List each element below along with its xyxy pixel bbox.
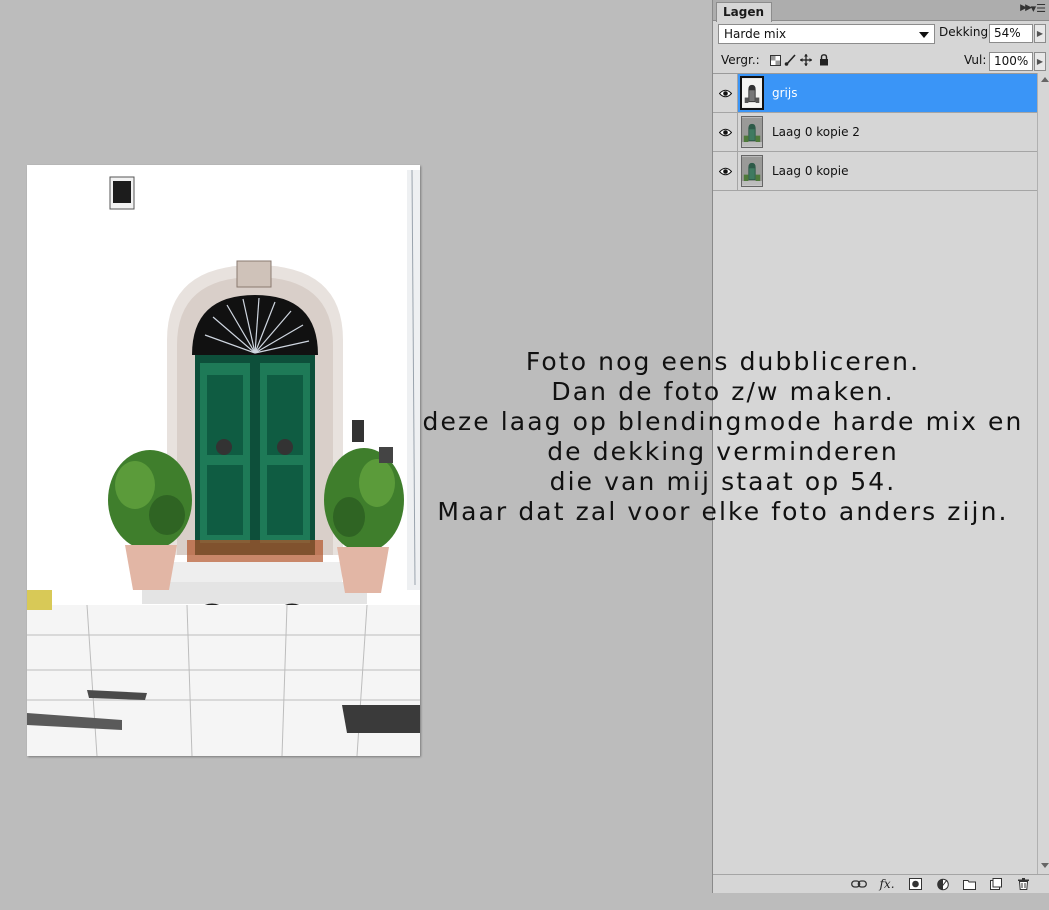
adjustment-layer-icon[interactable] — [935, 877, 951, 891]
panel-menu-icon[interactable]: ▾☰ — [1031, 2, 1046, 15]
lock-transparency-icon[interactable] — [769, 54, 781, 66]
trash-icon[interactable] — [1015, 877, 1031, 891]
tutorial-instructions: Foto nog eens dubbliceren. Dan de foto z… — [408, 347, 1038, 527]
lock-move-icon[interactable] — [800, 54, 812, 66]
door-photo-image — [27, 165, 420, 756]
lock-label: Vergr.: — [721, 53, 760, 67]
new-group-icon[interactable] — [961, 877, 977, 891]
document-photo — [27, 165, 420, 756]
fill-slider-toggle[interactable]: ▶ — [1034, 52, 1046, 71]
lock-brush-icon[interactable] — [784, 54, 796, 66]
new-layer-icon[interactable] — [988, 877, 1004, 891]
lock-all-icon[interactable] — [818, 54, 830, 66]
layer-name[interactable]: Laag 0 kopie — [772, 164, 848, 178]
fx-icon[interactable]: fx. — [879, 877, 895, 891]
layer-row[interactable]: Laag 0 kopie — [713, 152, 1037, 191]
tab-layers[interactable]: Lagen — [716, 2, 772, 22]
blend-mode-value: Harde mix — [724, 27, 787, 41]
layer-thumbnail — [741, 116, 763, 148]
collapse-panel-icon[interactable]: ▶▶ — [1020, 3, 1032, 13]
layer-name[interactable]: Laag 0 kopie 2 — [772, 125, 860, 139]
layer-thumbnail — [741, 155, 763, 187]
add-mask-icon[interactable] — [907, 877, 923, 891]
fill-input[interactable]: 100% — [989, 52, 1033, 71]
eye-icon[interactable] — [713, 74, 738, 112]
layer-row[interactable]: Laag 0 kopie 2 — [713, 113, 1037, 152]
instruction-line: die van mij staat op 54. — [549, 467, 897, 496]
link-layers-icon[interactable] — [851, 877, 867, 891]
instruction-line: de dekking verminderen — [547, 437, 899, 466]
instruction-line: deze laag op blendingmode harde mix en — [422, 407, 1024, 436]
scroll-up-icon[interactable] — [1041, 77, 1049, 82]
layer-row[interactable]: grijs — [713, 74, 1037, 113]
blend-mode-select[interactable]: Harde mix — [718, 24, 935, 44]
opacity-input[interactable]: 54% — [989, 24, 1033, 43]
eye-icon[interactable] — [713, 152, 738, 190]
scroll-down-icon[interactable] — [1041, 863, 1049, 868]
panel-tab-bar: Lagen ▶▶ ▾☰ — [713, 0, 1049, 22]
instruction-line: Foto nog eens dubbliceren. — [525, 347, 921, 376]
chevron-down-icon — [919, 32, 929, 38]
layers-footer-toolbar: fx. — [713, 874, 1049, 893]
layers-scrollbar[interactable] — [1037, 73, 1049, 874]
instruction-line: Dan de foto z/w maken. — [551, 377, 895, 406]
eye-icon[interactable] — [713, 113, 738, 151]
layer-thumbnail — [740, 76, 764, 110]
instruction-line: Maar dat zal voor elke foto anders zijn. — [437, 497, 1009, 526]
layer-name[interactable]: grijs — [772, 86, 797, 100]
opacity-label: Dekking: — [939, 25, 993, 39]
opacity-slider-toggle[interactable]: ▶ — [1034, 24, 1046, 43]
fill-label: Vul: — [964, 53, 987, 67]
